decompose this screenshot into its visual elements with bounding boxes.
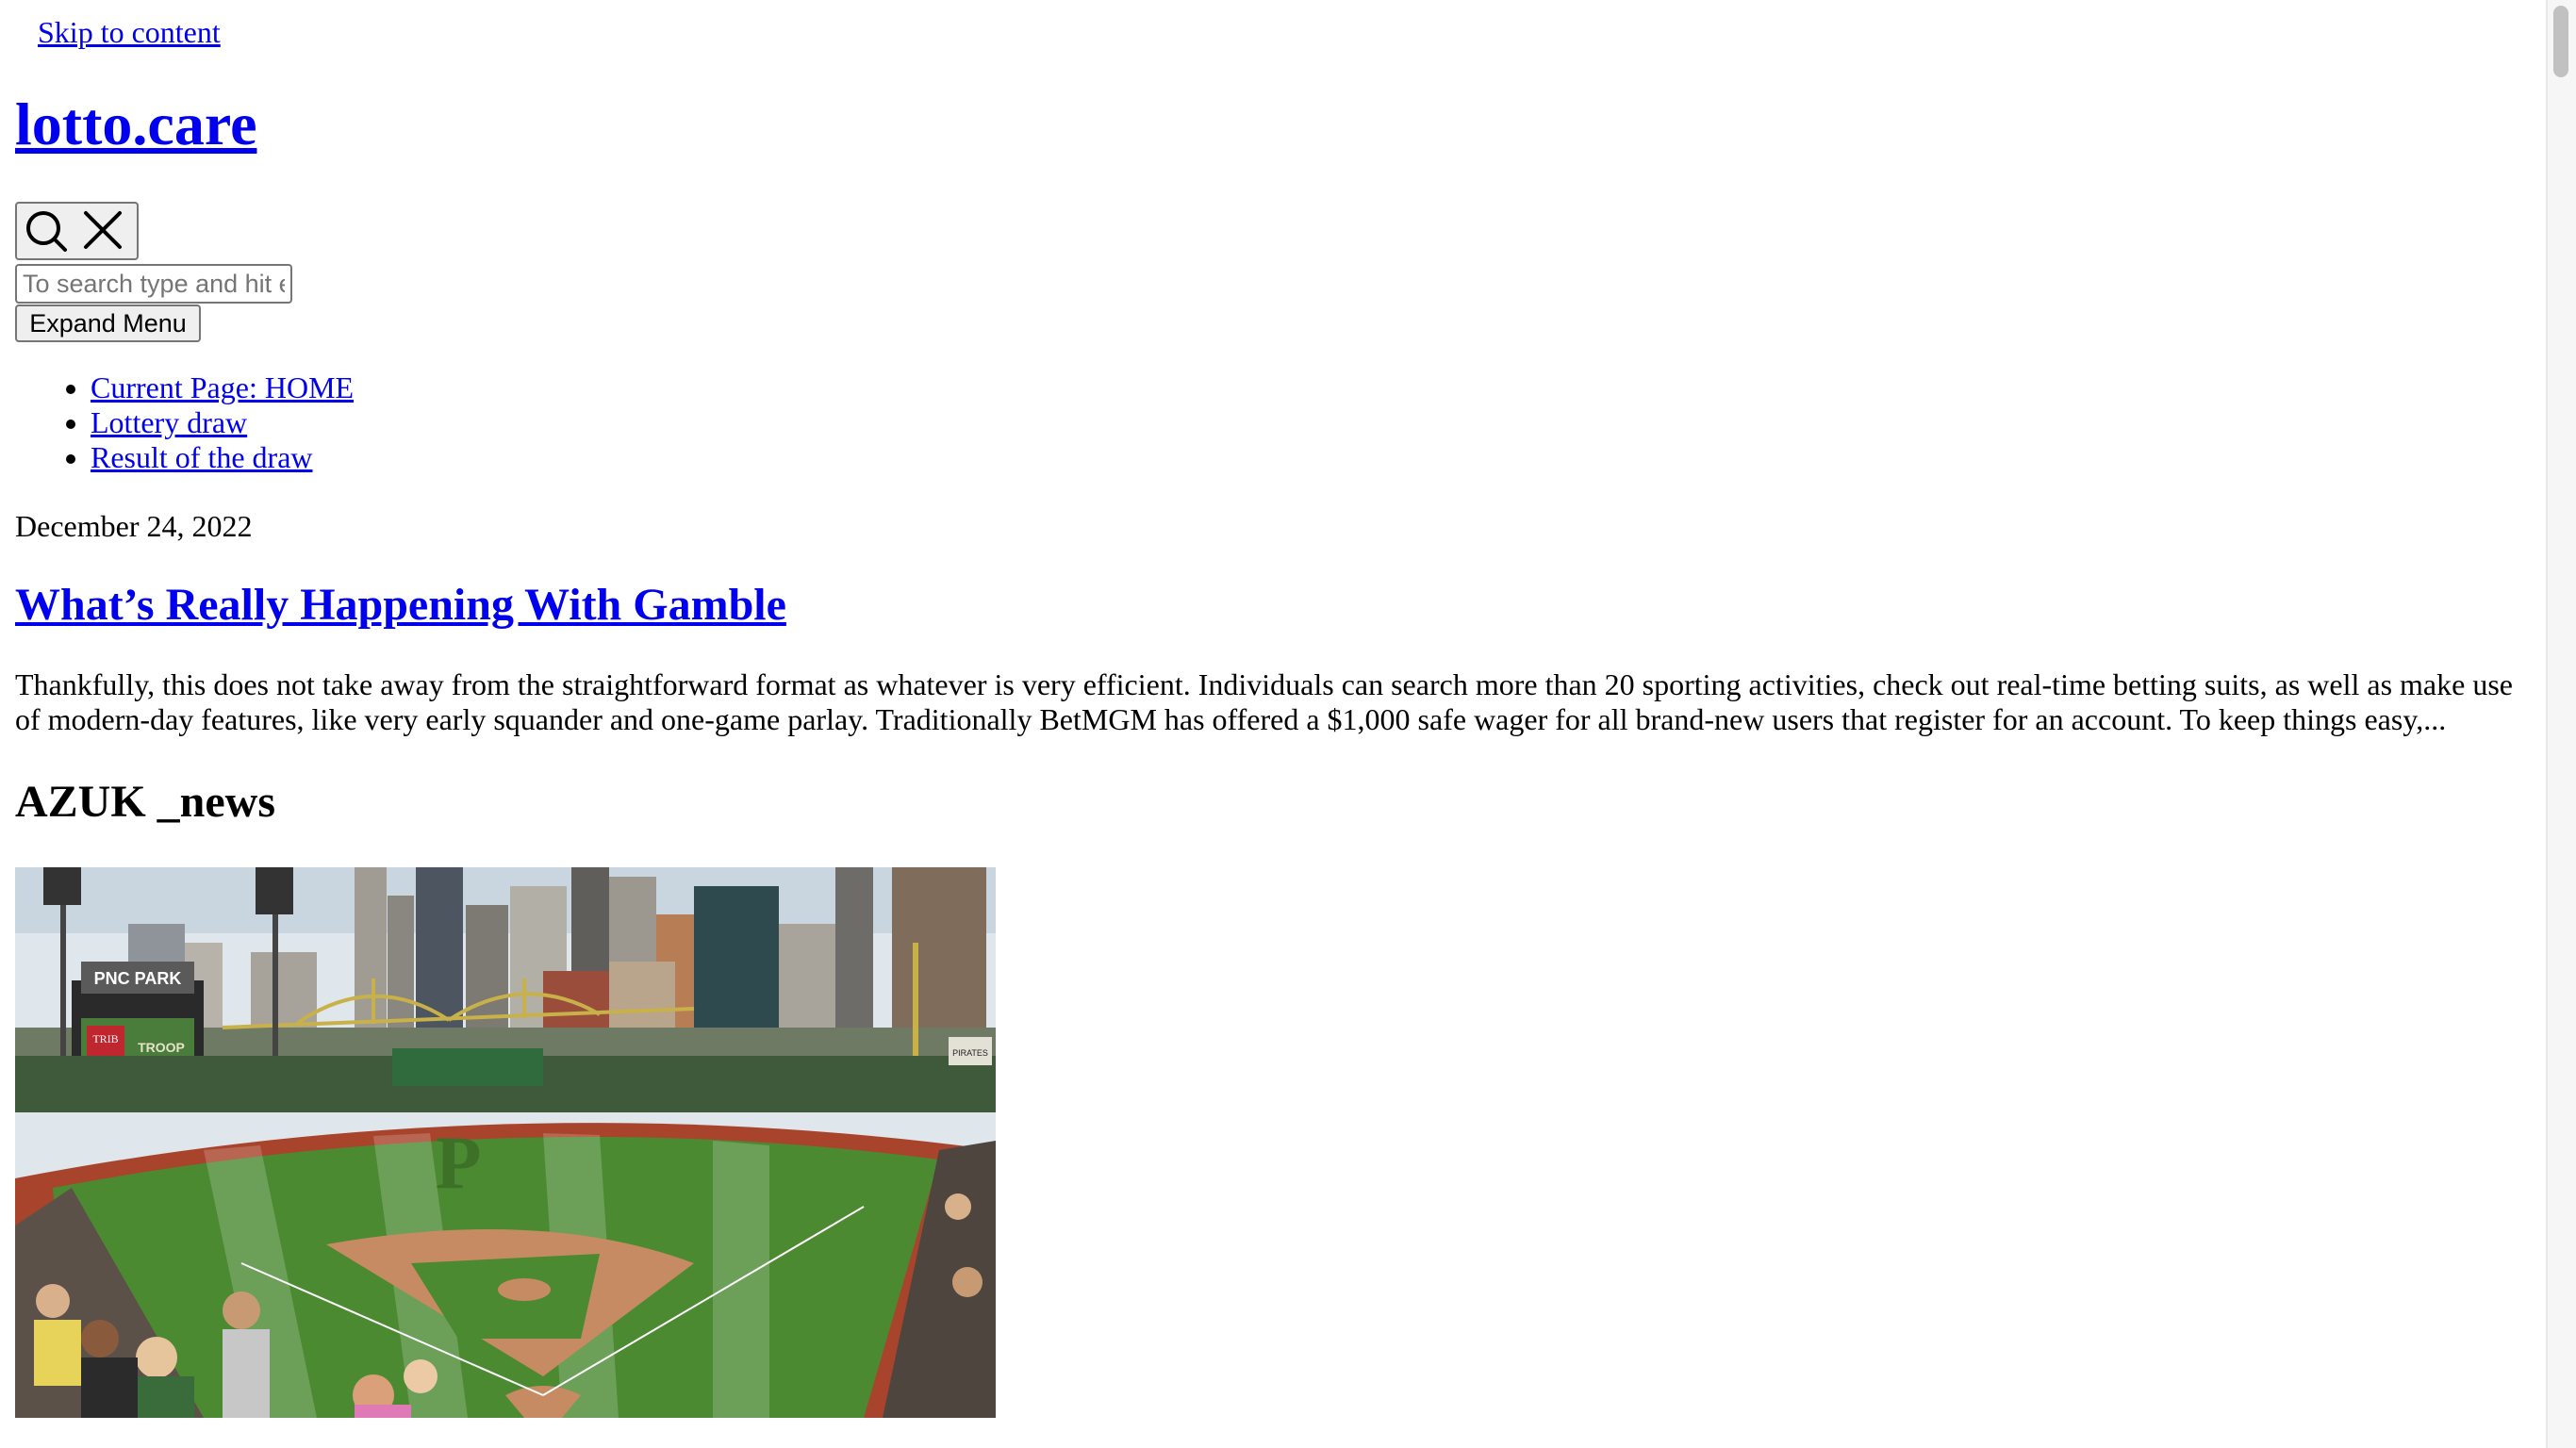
page: Skip to content lotto.care Expand Menu C… xyxy=(0,0,2576,1448)
nav-link-result-of-the-draw[interactable]: Result of the draw xyxy=(91,440,313,474)
pitchers-mound xyxy=(498,1278,551,1301)
search-toggle-button[interactable] xyxy=(15,202,139,260)
scrollbar-thumb[interactable] xyxy=(2553,6,2568,77)
close-icon xyxy=(83,211,122,249)
nav-item-home: Current Page: HOME xyxy=(91,370,354,405)
featured-image: PNC PARK TRIB TROOP PIRATES P xyxy=(15,867,996,1418)
post-title-link[interactable]: What’s Really Happening With Gamble xyxy=(15,580,786,630)
nav-link-home[interactable]: Current Page: HOME xyxy=(91,370,354,404)
post-date: December 24, 2022 xyxy=(15,509,253,543)
outfield-logo: P xyxy=(436,1122,482,1205)
search-input[interactable] xyxy=(15,264,292,304)
nav-item-result-of-the-draw: Result of the draw xyxy=(91,440,354,475)
post-excerpt: Thankfully, this does not take away from… xyxy=(15,667,2513,736)
skip-to-content-link[interactable]: Skip to content xyxy=(38,13,221,51)
ballpark-photo: PNC PARK TRIB TROOP PIRATES P xyxy=(15,867,996,1418)
expand-menu-button[interactable]: Expand Menu xyxy=(15,304,201,342)
primary-nav: Current Page: HOME Lottery draw Result o… xyxy=(15,370,354,475)
pirates-sign: PIRATES xyxy=(952,1048,988,1058)
nav-link-lottery-draw[interactable]: Lottery draw xyxy=(91,405,247,439)
site-title: lotto.care xyxy=(15,87,256,162)
vertical-scrollbar[interactable] xyxy=(2546,0,2576,1448)
scoreboard-sign-trib: TRIB xyxy=(92,1032,118,1045)
scoreboard-sign-troop: TROOP xyxy=(138,1040,185,1055)
site-title-link[interactable]: lotto.care xyxy=(15,90,256,157)
post-title: What’s Really Happening With Gamble xyxy=(15,577,786,634)
search-icon xyxy=(25,211,67,252)
scoreboard-text: PNC PARK xyxy=(94,969,182,988)
search-toggle-icons xyxy=(25,211,122,252)
nav-item-lottery-draw: Lottery draw xyxy=(91,405,354,440)
section-heading: AZUK _news xyxy=(15,777,276,827)
